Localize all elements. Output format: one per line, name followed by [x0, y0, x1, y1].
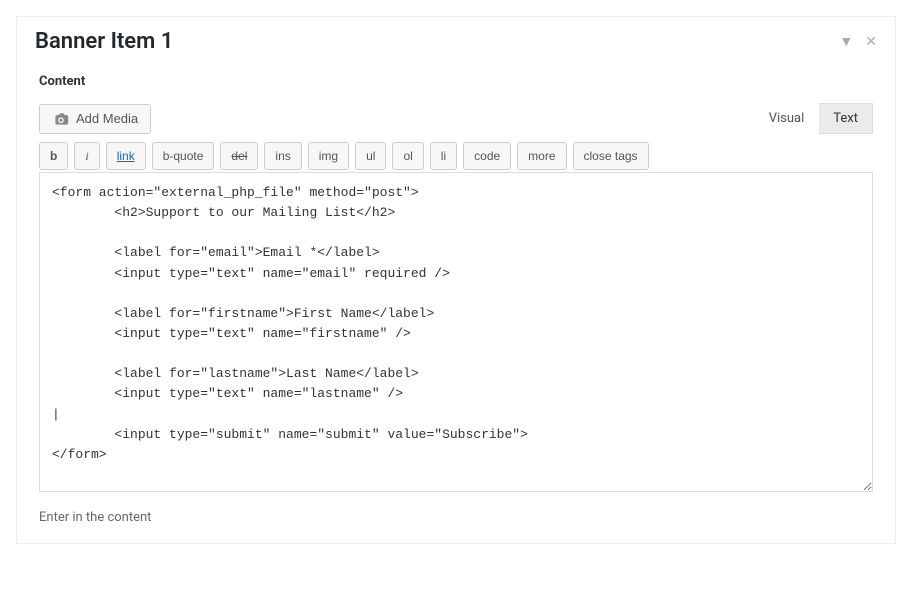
qt-ins-button[interactable]: ins: [264, 142, 301, 170]
panel-header: Banner Item 1 ▼ ✕: [17, 17, 895, 68]
help-text: Enter in the content: [39, 510, 873, 525]
quicktags-toolbar: b i link b-quote del ins img ul ol li co…: [39, 142, 873, 170]
qt-bquote-button[interactable]: b-quote: [152, 142, 215, 170]
qt-italic-button[interactable]: i: [74, 142, 99, 170]
tab-text[interactable]: Text: [819, 103, 873, 134]
content-textarea[interactable]: [39, 172, 873, 492]
panel-actions: ▼ ✕: [839, 33, 877, 50]
qt-bold-button[interactable]: b: [39, 142, 68, 170]
qt-close-tags-button[interactable]: close tags: [573, 142, 649, 170]
banner-item-panel: Banner Item 1 ▼ ✕ Content Add Media Visu…: [16, 16, 896, 544]
tab-visual[interactable]: Visual: [754, 103, 820, 134]
qt-del-button[interactable]: del: [220, 142, 258, 170]
media-row: Add Media Visual Text: [39, 103, 873, 134]
qt-img-button[interactable]: img: [308, 142, 349, 170]
content-label: Content: [39, 74, 873, 89]
add-media-button[interactable]: Add Media: [39, 104, 151, 134]
page-title: Banner Item 1: [35, 29, 173, 54]
close-icon[interactable]: ✕: [865, 34, 877, 50]
qt-link-button[interactable]: link: [106, 142, 146, 170]
panel-body: Content Add Media Visual Text b i link b…: [17, 68, 895, 543]
qt-more-button[interactable]: more: [517, 142, 566, 170]
camera-icon: [52, 111, 70, 127]
qt-ol-button[interactable]: ol: [392, 142, 423, 170]
qt-ul-button[interactable]: ul: [355, 142, 386, 170]
collapse-icon[interactable]: ▼: [839, 33, 853, 50]
qt-code-button[interactable]: code: [463, 142, 511, 170]
editor-tabs: Visual Text: [754, 103, 873, 134]
add-media-label: Add Media: [76, 111, 138, 126]
qt-li-button[interactable]: li: [430, 142, 457, 170]
